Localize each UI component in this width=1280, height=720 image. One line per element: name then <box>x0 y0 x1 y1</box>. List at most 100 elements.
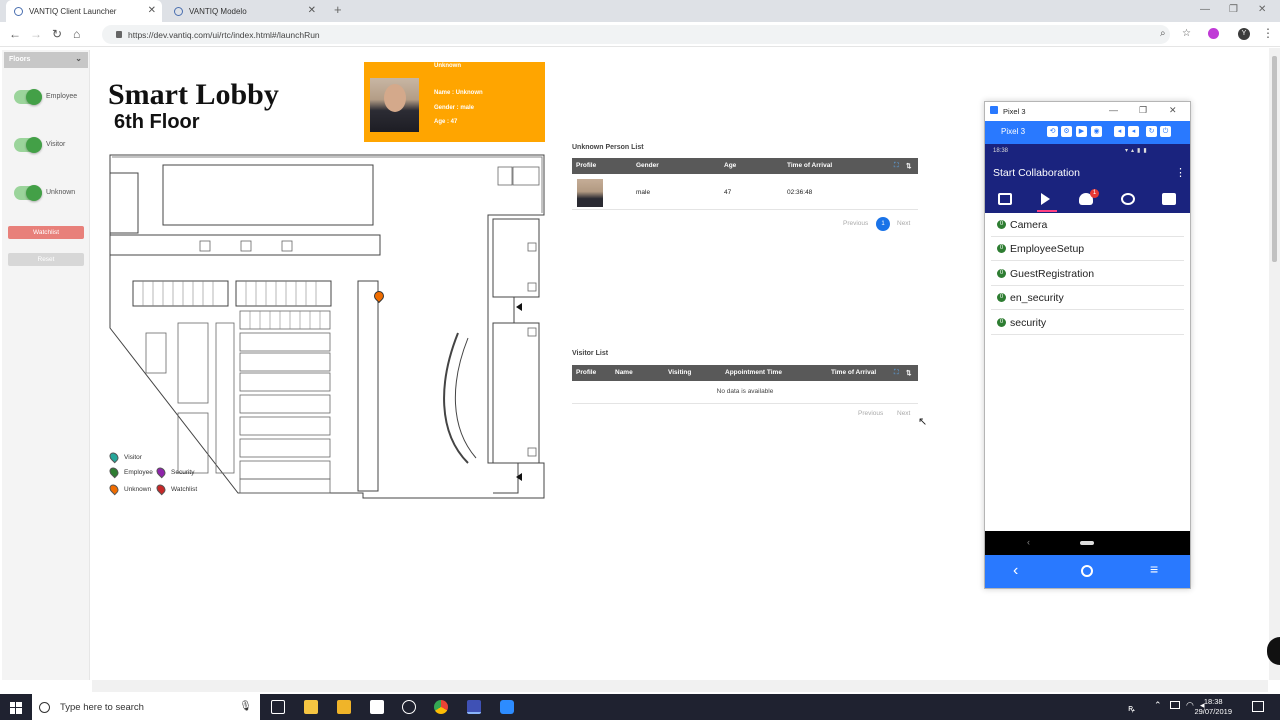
select-columns-icon[interactable]: ⛶ <box>894 162 899 170</box>
overflow-menu-icon[interactable]: ⋮ <box>1175 166 1186 179</box>
list-item-label: Camera <box>1010 218 1048 231</box>
volume-down-icon[interactable]: ◂ <box>1114 126 1125 137</box>
unknown-toggle[interactable] <box>14 185 42 201</box>
back-icon[interactable]: ← <box>9 27 21 41</box>
column-header[interactable]: Time of Arrival <box>787 162 832 169</box>
home-pill-icon[interactable] <box>1080 541 1094 545</box>
watchlist-button[interactable]: Watchlist <box>8 226 84 239</box>
tab-label: VANTIQ Modelo <box>189 6 247 16</box>
zoom-app-icon[interactable] <box>500 700 514 714</box>
menu-dots-icon[interactable]: ⋮ <box>1262 26 1274 40</box>
tray-chevron-icon[interactable]: ⌃ <box>1154 700 1162 711</box>
table-row[interactable]: male 47 02:36:48 <box>572 176 918 210</box>
count-badge: 0 <box>997 220 1006 229</box>
extension-icon[interactable] <box>1208 28 1219 39</box>
home-icon[interactable] <box>1081 565 1093 577</box>
bookmark-star-icon[interactable]: ☆ <box>1182 28 1191 39</box>
play-icon[interactable] <box>1041 193 1050 205</box>
column-header[interactable]: Profile <box>576 369 596 376</box>
chevron-down-icon: ⌄ <box>75 54 82 63</box>
list-item[interactable]: 0 EmployeeSetup <box>991 237 1184 261</box>
list-item[interactable]: 0 Camera <box>991 213 1184 237</box>
list-item[interactable]: 0 GuestRegistration <box>991 262 1184 286</box>
camera-icon[interactable]: ◉ <box>1091 126 1102 137</box>
battery-icon[interactable] <box>1170 701 1180 709</box>
windows-start-icon[interactable] <box>10 701 22 714</box>
back-chevron-icon[interactable]: ‹ <box>1027 537 1030 547</box>
mail-icon[interactable] <box>370 700 384 714</box>
column-header[interactable]: Time of Arrival <box>831 369 876 376</box>
forward-icon[interactable]: → <box>30 27 42 41</box>
floors-dropdown[interactable]: Floors ⌄ <box>4 52 88 68</box>
power-icon[interactable]: ⏻ <box>1160 126 1171 137</box>
previous-page-button[interactable]: Previous <box>858 410 883 417</box>
visitor-toggle[interactable] <box>14 137 42 153</box>
previous-page-button[interactable]: Previous <box>843 220 868 227</box>
tab-client-launcher[interactable]: VANTIQ Client Launcher ✕ <box>6 0 162 22</box>
people-icon[interactable]: ꝶ <box>1128 701 1135 714</box>
volume-up-icon[interactable]: ◂ <box>1128 126 1139 137</box>
settings-icon[interactable]: ⚙ <box>1061 126 1072 137</box>
column-header[interactable]: Gender <box>636 162 659 169</box>
tab-modelo[interactable]: VANTIQ Modelo ✕ <box>166 0 322 22</box>
vantiq-icon <box>14 6 23 16</box>
wifi-icon[interactable]: ◠ <box>1186 700 1194 711</box>
select-columns-icon[interactable]: ⛶ <box>894 369 899 377</box>
sort-icon[interactable]: ⇅ <box>906 162 911 170</box>
close-window-icon[interactable]: ✕ <box>1258 4 1266 15</box>
clock-time: 18:38 <box>1203 697 1223 706</box>
taskbar-clock[interactable]: 18:38 29/07/2019 <box>1194 697 1232 717</box>
active-app-icon[interactable] <box>467 700 481 714</box>
back-icon[interactable]: ‹ <box>1013 562 1018 580</box>
scrollbar-thumb[interactable] <box>1272 56 1277 262</box>
taskbar-search-box[interactable]: Type here to search 🎙 <box>32 694 260 720</box>
column-header[interactable]: Appointment Time <box>725 369 782 376</box>
column-header[interactable]: Name <box>615 369 633 376</box>
zoom-icon[interactable]: ⌕ <box>1160 28 1166 39</box>
home-icon[interactable]: ⌂ <box>73 27 80 41</box>
list-item[interactable]: 0 security <box>991 311 1184 335</box>
microphone-icon[interactable]: 🎙 <box>239 701 252 712</box>
chat-icon[interactable] <box>1162 193 1176 205</box>
page-scrollbar[interactable] <box>1269 48 1280 680</box>
rotate-icon[interactable]: ⟲ <box>1047 126 1058 137</box>
xbox-icon[interactable] <box>402 700 416 714</box>
video-icon[interactable]: ▶ <box>1076 126 1087 137</box>
minimize-icon[interactable]: — <box>1200 4 1210 15</box>
sort-icon[interactable]: ⇅ <box>906 369 911 377</box>
column-header[interactable]: Profile <box>576 162 596 169</box>
menu-icon[interactable]: ≡ <box>1150 561 1158 577</box>
maximize-icon[interactable]: ❐ <box>1229 4 1238 15</box>
history-icon[interactable] <box>1121 193 1135 205</box>
close-tab-icon[interactable]: ✕ <box>148 5 156 16</box>
close-icon[interactable]: ✕ <box>1169 105 1177 116</box>
employee-toggle[interactable] <box>14 89 42 105</box>
minimize-icon[interactable]: — <box>1109 105 1118 115</box>
store-icon[interactable] <box>337 700 351 714</box>
url-field[interactable]: https://dev.vantiq.com/ui/rtc/index.html… <box>102 25 1170 44</box>
maximize-icon[interactable]: ❐ <box>1139 105 1147 116</box>
url-text: https://dev.vantiq.com/ui/rtc/index.html… <box>128 29 320 40</box>
notification-badge: 1 <box>1090 189 1099 198</box>
profile-avatar[interactable]: Y <box>1238 28 1250 40</box>
list-item[interactable]: 0 en_security <box>991 286 1184 310</box>
file-explorer-icon[interactable] <box>304 700 318 714</box>
reset-button[interactable]: Reset <box>8 253 84 266</box>
next-page-button[interactable]: Next <box>897 410 910 417</box>
refresh-icon[interactable]: ↻ <box>1146 126 1157 137</box>
close-tab-icon[interactable]: ✕ <box>308 5 316 16</box>
emulator-app-icon <box>990 106 998 114</box>
new-tab-icon[interactable]: + <box>334 2 342 17</box>
horizontal-scrollbar[interactable] <box>92 680 1268 692</box>
reload-icon[interactable]: ↻ <box>52 27 62 41</box>
next-page-button[interactable]: Next <box>897 220 910 227</box>
column-header[interactable]: Age <box>724 162 736 169</box>
card-gender: Gender : male <box>434 105 475 111</box>
page-number-button[interactable]: 1 <box>876 217 890 231</box>
task-view-icon[interactable] <box>271 700 285 714</box>
notifications-icon[interactable] <box>1252 701 1264 712</box>
column-header[interactable]: Visiting <box>668 369 691 376</box>
person-thumbnail <box>577 179 603 207</box>
inbox-icon[interactable] <box>998 193 1012 205</box>
chrome-icon[interactable] <box>434 700 448 714</box>
